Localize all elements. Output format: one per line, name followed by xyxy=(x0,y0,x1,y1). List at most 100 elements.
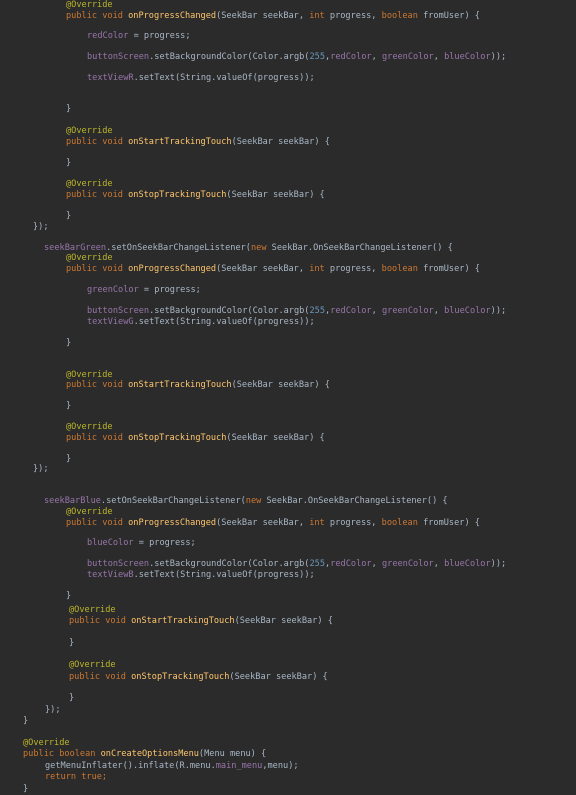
plain-token: } xyxy=(23,784,29,794)
plain-token: progress, xyxy=(329,11,382,21)
plain-token: (SeekBar seekBar) { xyxy=(231,137,330,147)
field-token: redColor xyxy=(87,31,129,41)
code-line: public boolean onCreateOptionsMenu(Menu … xyxy=(23,749,266,760)
code-line: } xyxy=(66,158,71,169)
plain-token: progress, xyxy=(329,264,382,274)
code-line: } xyxy=(23,716,28,727)
code-line: textViewR.setText(String.valueOf(progres… xyxy=(87,73,315,84)
code-line: redColor = progress; xyxy=(87,31,191,42)
method-name-token: onProgressChanged xyxy=(128,264,217,274)
code-line: getMenuInflater().inflate(R.menu.main_me… xyxy=(45,761,299,772)
keyword-token: int xyxy=(309,11,330,21)
keyword-token: public void xyxy=(69,672,132,682)
keyword-token: public void xyxy=(66,380,129,390)
code-line: @Override xyxy=(66,126,113,137)
plain-token: , xyxy=(433,559,445,569)
plain-token: } xyxy=(66,401,72,411)
field-token: textViewR xyxy=(87,73,134,83)
field-token: main_menu xyxy=(215,761,263,771)
plain-token: .setText(String.valueOf(progress)); xyxy=(133,317,315,327)
method-name-token: onProgressChanged xyxy=(128,518,217,528)
keyword-token: public void xyxy=(66,190,129,200)
plain-token: )); xyxy=(490,306,507,316)
plain-token: }); xyxy=(33,464,49,474)
annotation-token: @Override xyxy=(69,605,116,615)
keyword-token: public void xyxy=(66,518,129,528)
code-line: greenColor = progress; xyxy=(87,285,201,296)
field-token: blueColor xyxy=(444,559,491,569)
method-name-token: onProgressChanged xyxy=(128,11,217,21)
code-line: @Override xyxy=(66,0,113,11)
plain-token: .setOnSeekBarChangeListener( xyxy=(100,496,246,506)
code-line: } xyxy=(66,591,71,602)
plain-token: progress, xyxy=(329,518,382,528)
plain-token: .setBackgroundColor(Color.argb( xyxy=(149,559,310,569)
code-line: public void onStopTrackingTouch(SeekBar … xyxy=(66,190,325,201)
code-line: @Override xyxy=(23,738,70,749)
code-line: @Override xyxy=(66,507,113,518)
plain-token: } xyxy=(69,693,75,703)
code-line: public void onStartTrackingTouch(SeekBar… xyxy=(66,380,330,391)
plain-token: } xyxy=(66,158,72,168)
plain-token: fromUser) { xyxy=(423,518,480,528)
plain-token: )); xyxy=(490,52,507,62)
field-token: textViewB xyxy=(87,570,134,580)
code-line: } xyxy=(69,693,74,704)
field-token: greenColor xyxy=(381,559,434,569)
plain-token: ,menu); xyxy=(262,761,299,771)
plain-token: (SeekBar seekBar, xyxy=(216,264,310,274)
plain-token: , xyxy=(371,52,382,62)
code-line: seekBarBlue.setOnSeekBarChangeListener(n… xyxy=(44,496,448,507)
code-line: @Override xyxy=(66,422,113,433)
field-token: seekBarGreen xyxy=(44,243,107,253)
keyword-token: int xyxy=(309,518,330,528)
plain-token: )); xyxy=(490,559,507,569)
plain-token: fromUser) { xyxy=(423,11,480,21)
method-name-token: onStartTrackingTouch xyxy=(128,137,232,147)
code-line: buttonScreen.setBackgroundColor(Color.ar… xyxy=(87,52,506,63)
plain-token: } xyxy=(66,104,72,114)
keyword-token: public void xyxy=(66,11,129,21)
field-token: greenColor xyxy=(381,306,434,316)
field-token: redColor xyxy=(330,559,372,569)
annotation-token: @Override xyxy=(66,0,113,10)
code-line: @Override xyxy=(66,179,113,190)
code-editor[interactable]: @Override public void onProgressChanged(S… xyxy=(0,0,576,794)
annotation-token: @Override xyxy=(66,179,113,189)
field-token: redColor xyxy=(330,52,372,62)
plain-token: = progress; xyxy=(128,31,191,41)
code-line: public void onProgressChanged(SeekBar se… xyxy=(66,518,480,529)
plain-token: }); xyxy=(33,222,49,232)
method-name-token: onStartTrackingTouch xyxy=(131,616,235,626)
code-line: }); xyxy=(45,705,61,716)
keyword-token: public void xyxy=(69,616,132,626)
plain-token: } xyxy=(23,716,29,726)
plain-token: fromUser) { xyxy=(423,264,480,274)
plain-token: } xyxy=(66,338,72,348)
field-token: greenColor xyxy=(87,285,139,295)
code-line: } xyxy=(66,454,71,465)
code-line: public void onStartTrackingTouch(SeekBar… xyxy=(66,137,330,148)
keyword-token: boolean xyxy=(381,264,424,274)
plain-token: (SeekBar seekBar) { xyxy=(226,190,325,200)
plain-token: .setBackgroundColor(Color.argb( xyxy=(149,52,310,62)
plain-token: , xyxy=(371,306,382,316)
code-line: } xyxy=(66,401,71,412)
plain-token: = progress; xyxy=(138,285,201,295)
plain-token: , xyxy=(433,52,445,62)
keyword-token: public void xyxy=(66,433,129,443)
annotation-token: @Override xyxy=(66,126,113,136)
code-line: }); xyxy=(33,222,49,233)
field-token: seekBarBlue xyxy=(44,496,101,506)
plain-token: (SeekBar seekBar) { xyxy=(229,672,328,682)
method-name-token: onStopTrackingTouch xyxy=(128,190,227,200)
plain-token: = progress; xyxy=(133,538,196,548)
plain-token: (SeekBar seekBar, xyxy=(216,518,310,528)
annotation-token: @Override xyxy=(66,370,113,380)
keyword-token: public void xyxy=(66,137,129,147)
plain-token: }); xyxy=(45,705,61,715)
field-token: blueColor xyxy=(444,306,491,316)
number-token: 255 xyxy=(309,306,326,316)
keyword-token: new xyxy=(245,496,267,506)
keyword-token: boolean xyxy=(381,518,424,528)
